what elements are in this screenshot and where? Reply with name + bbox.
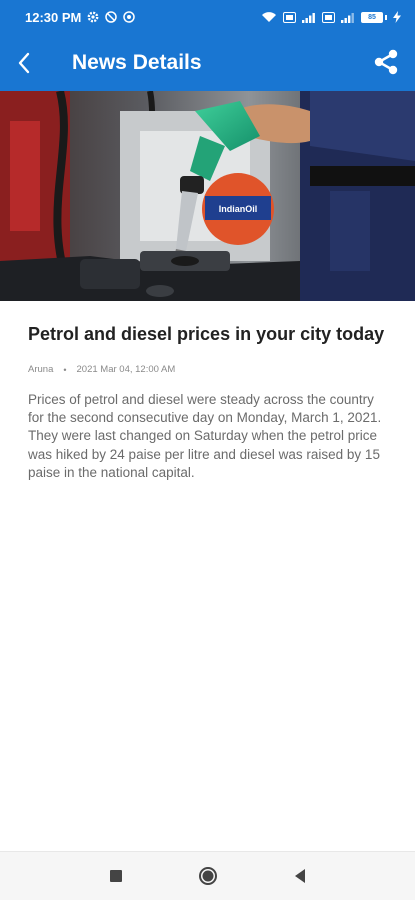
recents-button[interactable] (105, 865, 127, 887)
fuel-pump-illustration: IndianOil (0, 91, 415, 301)
volte2-icon (322, 11, 335, 23)
status-bar: 12:30 PM 85 (0, 0, 415, 34)
home-circle-icon (198, 867, 217, 885)
battery-level: 85 (368, 13, 376, 21)
share-button[interactable] (371, 47, 401, 77)
article-body: Prices of petrol and diesel were steady … (28, 392, 382, 480)
charging-bolt-icon (393, 11, 401, 23)
page-title: News Details (72, 50, 202, 74)
status-right: 85 (261, 11, 401, 23)
system-back-button[interactable] (289, 865, 311, 887)
wifi-icon (261, 11, 277, 23)
system-nav-bar (0, 851, 415, 900)
battery-icon: 85 (361, 11, 383, 23)
data-saver-icon (123, 11, 136, 23)
article-timestamp: 2021 Mar 04, 12:00 AM (76, 364, 176, 375)
svg-text:IndianOil: IndianOil (219, 204, 258, 214)
back-triangle-icon (294, 869, 305, 883)
gear-icon (87, 11, 99, 23)
no-disturb-icon (105, 11, 118, 23)
article-author: Aruna (28, 364, 54, 375)
home-button[interactable] (197, 865, 219, 887)
volte-icon (283, 11, 296, 23)
battery-tip (385, 14, 387, 20)
status-time: 12:30 PM (25, 9, 82, 25)
meta-separator: • (63, 364, 67, 375)
chevron-left-icon (18, 52, 30, 73)
recents-square-icon (109, 870, 122, 882)
article-content: Petrol and diesel prices in your city to… (28, 322, 390, 482)
signal2-icon (341, 12, 355, 23)
share-icon (374, 49, 398, 75)
app-bar: News Details (0, 34, 415, 91)
article-hero-image: IndianOil (0, 91, 415, 301)
back-button[interactable] (0, 34, 52, 91)
status-left: 12:30 PM (25, 9, 136, 25)
signal-icon (302, 12, 316, 23)
article-headline: Petrol and diesel prices in your city to… (28, 324, 385, 344)
article-meta: Aruna • 2021 Mar 04, 12:00 AM (28, 364, 390, 375)
